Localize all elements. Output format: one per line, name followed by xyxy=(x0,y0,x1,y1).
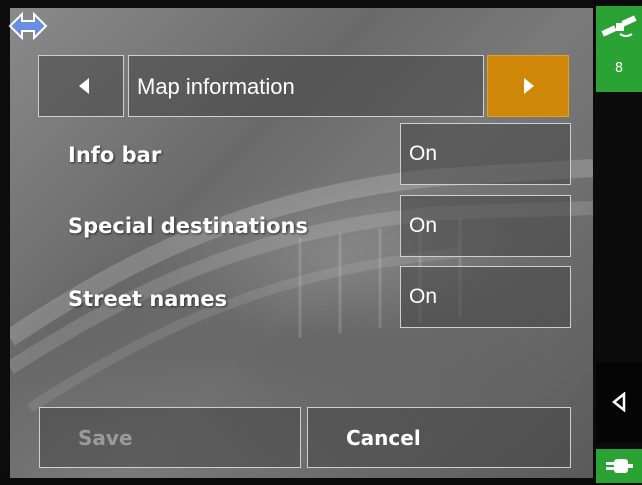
cancel-button[interactable]: Cancel xyxy=(307,407,571,468)
gps-status-tile[interactable]: 8 xyxy=(596,6,642,92)
arrows-icon[interactable] xyxy=(8,10,48,42)
previous-page-button[interactable] xyxy=(38,55,124,117)
triangle-right-icon xyxy=(524,78,534,94)
setting-value-street-names[interactable]: On xyxy=(400,266,571,328)
power-plug-icon xyxy=(606,459,633,473)
setting-label-info-bar: Info bar xyxy=(68,143,162,167)
triangle-left-icon xyxy=(79,78,89,94)
power-status-tile[interactable] xyxy=(596,449,642,483)
page-title: Map information xyxy=(128,55,484,117)
bottom-edge xyxy=(0,478,642,485)
setting-value-info-bar[interactable]: On xyxy=(400,123,571,185)
satellite-icon xyxy=(600,14,638,44)
save-button[interactable]: Save xyxy=(39,407,301,468)
satellite-count: 8 xyxy=(614,61,624,76)
next-page-button[interactable] xyxy=(487,55,569,117)
back-button[interactable] xyxy=(596,362,642,442)
setting-label-special-destinations: Special destinations xyxy=(68,214,308,238)
setting-label-street-names: Street names xyxy=(68,287,228,311)
back-arrow-icon xyxy=(611,392,626,412)
setting-value-special-destinations[interactable]: On xyxy=(400,195,571,257)
